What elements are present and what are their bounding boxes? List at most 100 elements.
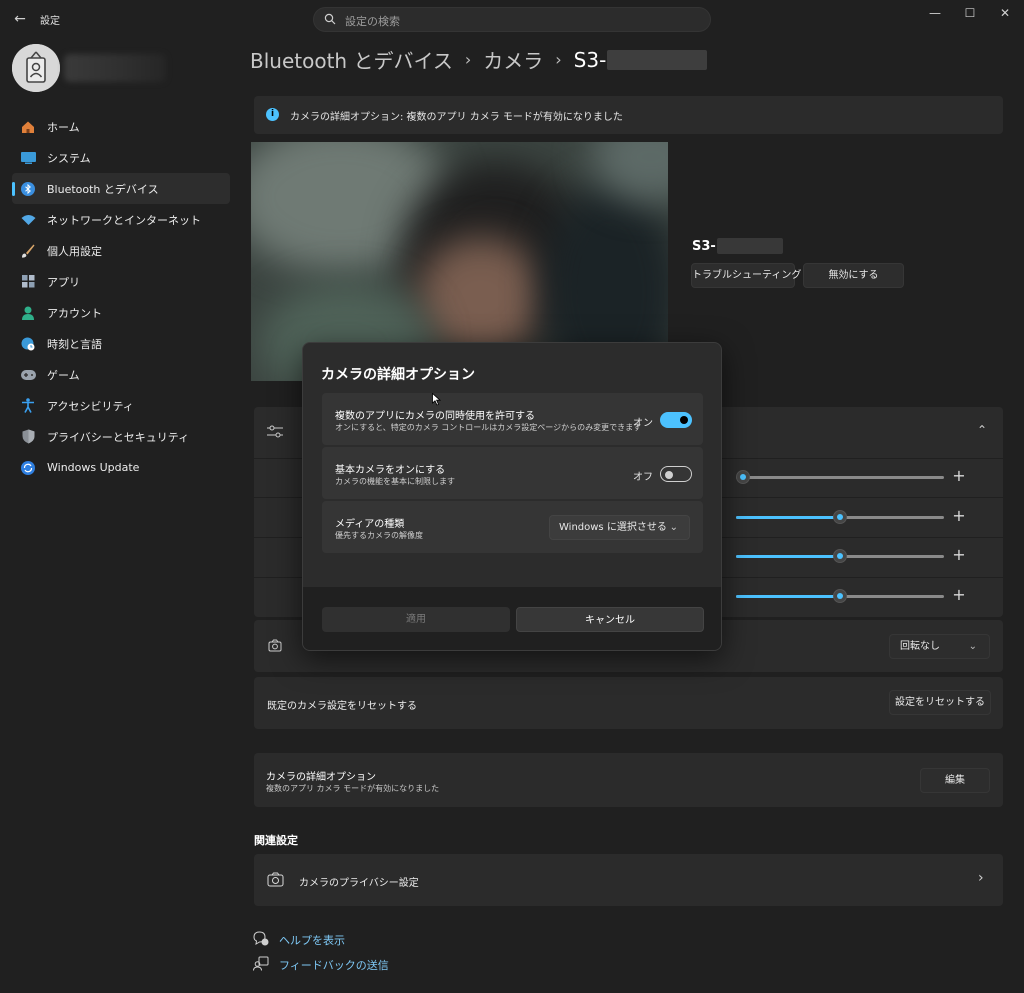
plus-icon[interactable]: + <box>951 547 967 563</box>
sidebar-item-gaming[interactable]: ゲーム <box>12 359 230 390</box>
sidebar-item-time-language[interactable]: 時刻と言語 <box>12 328 230 359</box>
slider-fill <box>736 516 840 519</box>
option-title: メディアの種類 <box>335 519 405 530</box>
option-subtitle: カメラの機能を基本に制限します <box>335 477 455 486</box>
option-subtitle: 優先するカメラの解像度 <box>335 531 423 540</box>
search-input[interactable]: 設定の検索 <box>345 13 400 29</box>
camera-icon <box>267 872 284 887</box>
rotation-select[interactable]: 回転なし ⌄ <box>889 634 990 659</box>
sidebar-item-label: 個人用設定 <box>47 244 102 258</box>
edit-button[interactable]: 編集 <box>920 768 990 793</box>
maximize-button[interactable]: ☐ <box>953 2 987 24</box>
help-link[interactable]: ヘルプを表示 <box>279 932 345 948</box>
media-type-option: メディアの種類 優先するカメラの解像度 Windows に選択させる ⌄ <box>322 501 703 553</box>
sidebar-item-label: アプリ <box>47 275 80 289</box>
plus-icon[interactable]: + <box>951 508 967 524</box>
sidebar-item-label: ゲーム <box>47 368 80 382</box>
sidebar-item-system[interactable]: システム <box>12 142 230 173</box>
minimize-button[interactable]: — <box>918 2 952 24</box>
reset-row: 既定のカメラ設定をリセットする 設定をリセットする <box>254 677 1003 729</box>
toggle-state-label: オフ <box>633 472 653 483</box>
related-settings-heading: 関連設定 <box>254 834 298 847</box>
option-title: 基本カメラをオンにする <box>335 465 446 476</box>
globe-clock-icon <box>20 336 36 352</box>
sidebar-item-network[interactable]: ネットワークとインターネット <box>12 204 230 235</box>
search-box[interactable]: 設定の検索 <box>313 7 711 32</box>
chevron-right-icon: › <box>555 50 562 69</box>
apps-icon <box>20 274 36 290</box>
sliders-icon <box>267 425 283 438</box>
slider-thumb[interactable] <box>833 589 847 603</box>
media-type-select[interactable]: Windows に選択させる ⌄ <box>549 515 690 540</box>
sidebar-item-accessibility[interactable]: アクセシビリティ <box>12 390 230 421</box>
dialog-footer: 適用 キャンセル <box>303 587 721 650</box>
advanced-options-title: カメラの詳細オプション <box>266 772 376 783</box>
rotate-camera-icon <box>268 639 282 652</box>
back-arrow-icon[interactable]: ← <box>10 9 30 29</box>
sidebar-item-label: システム <box>47 151 91 165</box>
slider-track[interactable] <box>736 476 944 479</box>
redacted-device-id <box>716 238 783 254</box>
basic-camera-option: 基本カメラをオンにする カメラの機能を基本に制限します オフ <box>322 447 703 499</box>
slider-thumb[interactable] <box>833 549 847 563</box>
device-name: S3- <box>692 238 783 254</box>
sidebar-item-label: Bluetooth とデバイス <box>47 182 159 196</box>
toggle-state-label: オン <box>633 418 653 429</box>
sidebar-item-bluetooth[interactable]: Bluetooth とデバイス <box>12 173 230 204</box>
sidebar-item-label: Windows Update <box>47 461 140 474</box>
slider-fill <box>736 595 840 598</box>
troubleshoot-button[interactable]: トラブルシューティング <box>691 263 801 288</box>
sidebar-item-privacy[interactable]: プライバシーとセキュリティ <box>12 421 230 452</box>
disable-button[interactable]: 無効にする <box>803 263 904 288</box>
feedback-link[interactable]: フィードバックの送信 <box>279 957 389 973</box>
app-title: 設定 <box>40 16 60 27</box>
plus-icon[interactable]: + <box>951 587 967 603</box>
chevron-down-icon: ⌄ <box>669 522 678 533</box>
chevron-up-icon[interactable]: ⌃ <box>977 423 987 437</box>
user-name-redacted <box>64 54 166 82</box>
basic-camera-toggle[interactable] <box>660 466 692 482</box>
slider-fill <box>736 555 840 558</box>
apply-button[interactable]: 適用 <box>322 607 510 632</box>
title-bar: ← 設定 設定の検索 — ☐ ✕ <box>0 0 1024 38</box>
gamepad-icon <box>20 367 36 383</box>
breadcrumb-bluetooth[interactable]: Bluetooth とデバイス <box>250 45 453 74</box>
chevron-down-icon: ⌄ <box>968 641 977 652</box>
toggle-knob <box>680 416 688 424</box>
breadcrumb: Bluetooth とデバイス › カメラ › S3- <box>250 45 708 74</box>
sidebar-item-accounts[interactable]: アカウント <box>12 297 230 328</box>
system-icon <box>20 150 36 166</box>
network-icon <box>20 212 36 228</box>
advanced-options-row: カメラの詳細オプション 複数のアプリ カメラ モードが有効になりました 編集 <box>254 753 1003 807</box>
option-title: 複数のアプリにカメラの同時使用を許可する <box>335 411 535 422</box>
search-icon <box>324 13 336 25</box>
cancel-button[interactable]: キャンセル <box>516 607 704 632</box>
plus-icon[interactable]: + <box>951 468 967 484</box>
sidebar-item-home[interactable]: ホーム <box>12 111 230 142</box>
slider-thumb[interactable] <box>833 510 847 524</box>
shield-icon <box>20 429 36 445</box>
multi-app-option: 複数のアプリにカメラの同時使用を許可する オンにすると、特定のカメラ コントロー… <box>322 393 703 445</box>
multi-app-toggle[interactable] <box>660 412 692 428</box>
accessibility-icon <box>20 398 36 414</box>
home-icon <box>20 119 36 135</box>
advanced-options-dialog: カメラの詳細オプション 複数のアプリにカメラの同時使用を許可する オンにすると、… <box>302 342 722 651</box>
sidebar-item-label: プライバシーとセキュリティ <box>47 430 190 444</box>
sidebar-item-windows-update[interactable]: Windows Update <box>12 452 230 483</box>
camera-privacy-row[interactable]: カメラのプライバシー設定 › <box>254 854 1003 906</box>
account-icon <box>20 305 36 321</box>
sidebar-item-label: ホーム <box>47 120 80 134</box>
sidebar-item-apps[interactable]: アプリ <box>12 266 230 297</box>
help-icon <box>253 931 269 946</box>
slider-thumb[interactable] <box>736 470 750 484</box>
bluetooth-icon <box>20 181 36 197</box>
brush-icon <box>20 243 36 259</box>
reset-button[interactable]: 設定をリセットする <box>889 690 991 715</box>
close-button[interactable]: ✕ <box>988 2 1022 24</box>
avatar[interactable] <box>12 44 60 92</box>
info-bar: i カメラの詳細オプション: 複数のアプリ カメラ モードが有効になりました <box>254 96 1003 134</box>
breadcrumb-camera[interactable]: カメラ <box>483 45 543 74</box>
sidebar-item-personalization[interactable]: 個人用設定 <box>12 235 230 266</box>
sidebar-item-label: ネットワークとインターネット <box>47 213 201 227</box>
redacted-device-id <box>607 49 708 70</box>
